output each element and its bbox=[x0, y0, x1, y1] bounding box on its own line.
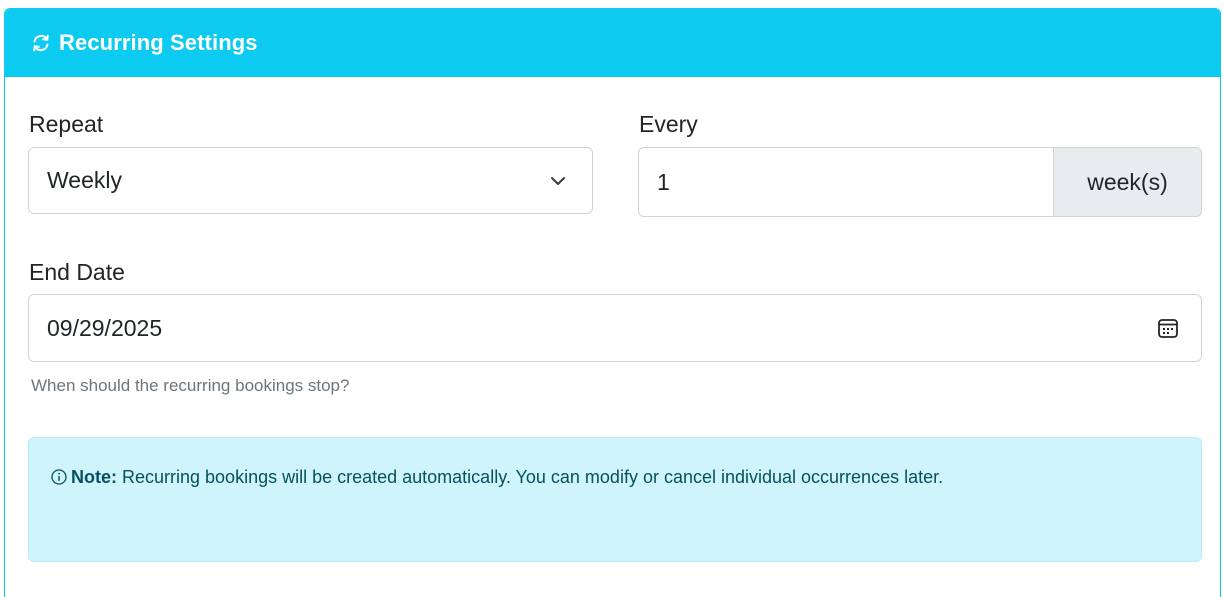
info-icon bbox=[51, 460, 67, 485]
calendar-icon[interactable] bbox=[1157, 317, 1179, 339]
refresh-icon bbox=[31, 33, 51, 53]
note-alert: Note: Recurring bookings will be created… bbox=[28, 437, 1202, 562]
end-date-help-text: When should the recurring bookings stop? bbox=[31, 376, 350, 395]
every-input-group: 1 week(s) bbox=[638, 147, 1202, 217]
end-date-label: End Date bbox=[29, 259, 125, 285]
note-label: Note: bbox=[71, 467, 117, 487]
recurring-settings-card: Recurring Settings Repeat Weekly Every 1… bbox=[4, 8, 1221, 597]
every-unit-addon: week(s) bbox=[1053, 147, 1202, 217]
every-input[interactable]: 1 bbox=[638, 147, 1053, 217]
repeat-label: Repeat bbox=[29, 111, 104, 137]
chevron-down-icon bbox=[550, 174, 566, 188]
card-title: Recurring Settings bbox=[59, 30, 258, 55]
every-label: Every bbox=[639, 111, 698, 137]
note-text: Recurring bookings will be created autom… bbox=[117, 467, 944, 487]
end-date-value: 09/29/2025 bbox=[47, 314, 163, 341]
card-header: Recurring Settings bbox=[5, 9, 1220, 77]
repeat-selected-value: Weekly bbox=[47, 167, 122, 193]
end-date-input[interactable]: 09/29/2025 bbox=[28, 294, 1202, 362]
repeat-select[interactable]: Weekly bbox=[28, 147, 593, 214]
